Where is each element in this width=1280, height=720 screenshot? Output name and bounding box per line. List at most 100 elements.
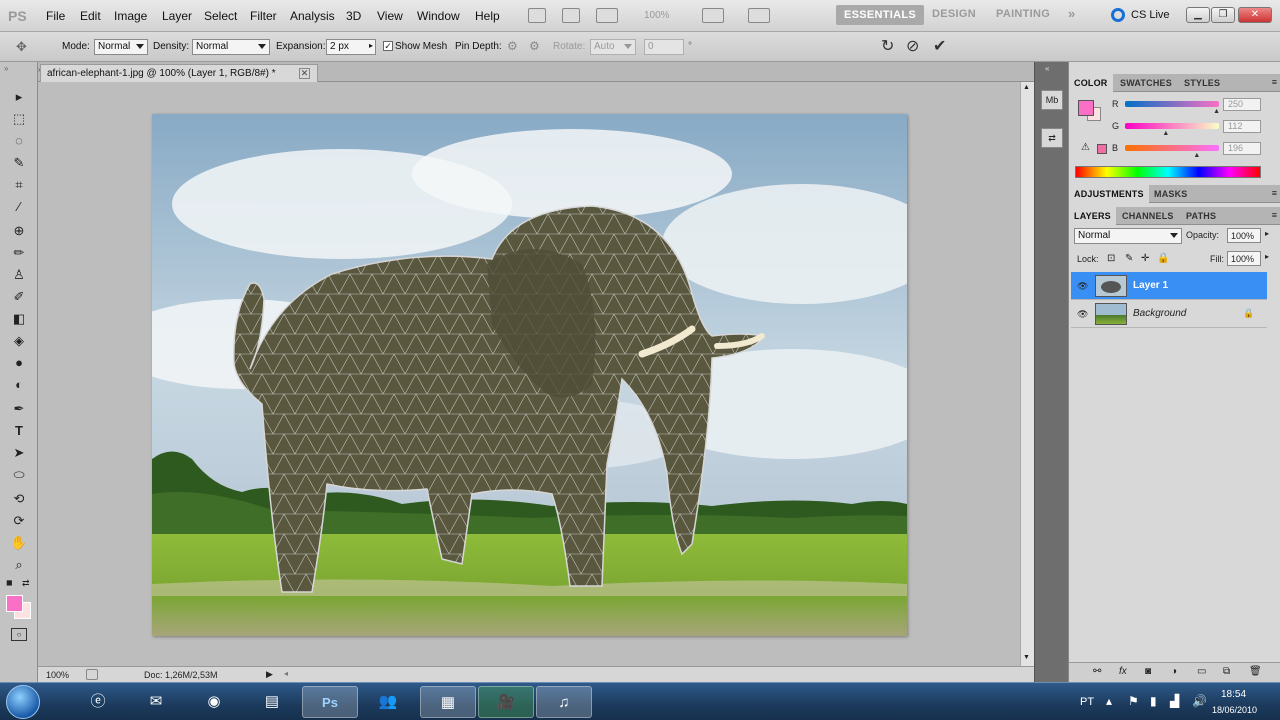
gamut-swatch[interactable]	[1097, 144, 1107, 154]
clock-date[interactable]: 18/06/2010	[1212, 705, 1257, 715]
blur-tool-icon[interactable]: ●	[9, 354, 29, 372]
new-layer-icon[interactable]: ⧉	[1223, 666, 1230, 677]
delete-layer-icon[interactable]: 🗑	[1249, 666, 1262, 677]
tab-layers[interactable]: LAYERS	[1069, 207, 1116, 225]
history-panel-icon[interactable]: ⇄	[1041, 128, 1063, 148]
type-tool-icon[interactable]: T	[9, 422, 29, 440]
expand-panels-icon[interactable]: «	[1045, 64, 1049, 73]
menu-layer[interactable]: Layer	[162, 9, 192, 23]
cancel-warp-icon[interactable]: ⊘	[906, 36, 919, 56]
panel-menu-icon[interactable]: ≡	[1272, 188, 1277, 198]
opacity-input[interactable]: 100%	[1227, 228, 1261, 243]
brush-tool-icon[interactable]: ✏	[9, 244, 29, 262]
extras-icon[interactable]	[596, 8, 618, 23]
blend-mode-select[interactable]: Normal	[1074, 228, 1182, 244]
lock-position-icon[interactable]: ✛	[1141, 253, 1149, 264]
slider-thumb-icon[interactable]: ▲	[1193, 152, 1200, 159]
commit-warp-icon[interactable]: ✔	[933, 36, 946, 56]
tab-channels[interactable]: CHANNELS	[1117, 207, 1179, 225]
chevron-right-icon[interactable]: ▸	[1265, 252, 1269, 261]
layer-name[interactable]: Layer 1	[1133, 280, 1168, 291]
control-panel-icon[interactable]: ▦	[420, 686, 476, 718]
fill-input[interactable]: 100%	[1227, 251, 1261, 266]
arrange-documents-icon[interactable]	[702, 8, 724, 23]
scroll-down-icon[interactable]: ▼	[1023, 654, 1030, 661]
screen-mode-icon[interactable]	[748, 8, 770, 23]
lock-all-icon[interactable]: 🔒	[1157, 253, 1169, 264]
volume-icon[interactable]: 🔊	[1192, 694, 1207, 708]
slider-thumb-icon[interactable]: ▲	[1213, 108, 1220, 115]
workspace-more-icon[interactable]: »	[1068, 6, 1076, 21]
history-brush-tool-icon[interactable]: ✐	[9, 288, 29, 306]
close-icon[interactable]: ✕	[299, 68, 310, 79]
rotate-select[interactable]: Auto	[590, 39, 636, 55]
status-menu-icon[interactable]	[86, 669, 98, 680]
messenger-icon[interactable]: 👥	[360, 686, 416, 718]
mini-bridge-panel-icon[interactable]: Mb	[1041, 90, 1063, 110]
eyedropper-tool-icon[interactable]: ⁄	[9, 198, 29, 216]
quick-mask-icon[interactable]: ○	[11, 628, 27, 641]
restore-button[interactable]: ❐	[1211, 7, 1235, 23]
recorder-icon[interactable]: 🎥	[478, 686, 534, 718]
panel-menu-icon[interactable]: ≡	[1272, 77, 1277, 87]
foreground-swatch[interactable]	[1078, 100, 1094, 116]
pen-tool-icon[interactable]: ✒	[9, 400, 29, 418]
path-selection-tool-icon[interactable]: ➤	[9, 444, 29, 462]
clock-time[interactable]: 18:54	[1221, 689, 1246, 700]
tab-paths[interactable]: PATHS	[1181, 207, 1221, 225]
tab-masks[interactable]: MASKS	[1149, 185, 1193, 203]
menu-analysis[interactable]: Analysis	[290, 9, 335, 23]
document-canvas[interactable]	[152, 114, 907, 636]
lasso-tool-icon[interactable]: ◌	[9, 132, 29, 150]
pin-backward-icon[interactable]: ⚙	[529, 39, 540, 53]
chrome-icon[interactable]: ◉	[186, 686, 242, 718]
minimize-button[interactable]: ▁	[1186, 7, 1210, 23]
link-layers-icon[interactable]: ⚯	[1093, 666, 1101, 677]
move-tool-icon[interactable]: ▸	[9, 88, 29, 106]
visibility-eye-icon[interactable]: 👁	[1077, 281, 1088, 292]
tab-adjustments[interactable]: ADJUSTMENTS	[1069, 185, 1149, 203]
eraser-tool-icon[interactable]: ◧	[9, 310, 29, 328]
language-indicator[interactable]: PT	[1080, 696, 1094, 708]
adjustment-layer-icon[interactable]: ◑	[1171, 666, 1177, 677]
density-select[interactable]: Normal	[192, 39, 270, 55]
menu-edit[interactable]: Edit	[80, 9, 101, 23]
vertical-scrollbar[interactable]: ▲ ▼	[1020, 82, 1034, 666]
tab-swatches[interactable]: SWATCHES	[1115, 74, 1177, 92]
menu-select[interactable]: Select	[204, 9, 237, 23]
workspace-painting[interactable]: PAINTING	[996, 8, 1050, 20]
quick-selection-tool-icon[interactable]: ✎	[9, 154, 29, 172]
channel-g-slider[interactable]	[1125, 123, 1219, 129]
marquee-tool-icon[interactable]: ⬚	[9, 110, 29, 128]
collapse-tools-icon[interactable]: »	[4, 64, 8, 73]
clone-stamp-tool-icon[interactable]: ♙	[9, 266, 29, 284]
zoom-level[interactable]: 100%	[46, 670, 69, 680]
layer-style-icon[interactable]: fx	[1119, 666, 1127, 677]
remove-all-pins-icon[interactable]: ↻	[881, 36, 894, 56]
close-button[interactable]: ✕	[1238, 7, 1272, 23]
document-tab[interactable]: african-elephant-1.jpg @ 100% (Layer 1, …	[40, 64, 318, 82]
visibility-eye-icon[interactable]: 👁	[1077, 309, 1088, 320]
status-arrow-icon[interactable]: ▶	[266, 669, 273, 680]
puppet-warp-tool-icon[interactable]: ✥	[16, 39, 27, 55]
channel-g-value[interactable]: 112	[1223, 120, 1261, 133]
crop-tool-icon[interactable]: ⌗	[9, 176, 29, 194]
default-colors-icon[interactable]: ◼	[6, 578, 13, 587]
layer-name[interactable]: Background	[1133, 308, 1186, 319]
action-center-flag-icon[interactable]: ⚑	[1128, 694, 1139, 708]
explorer-icon[interactable]: ▤	[244, 686, 300, 718]
pin-forward-icon[interactable]: ⚙	[507, 39, 518, 53]
dodge-tool-icon[interactable]: ◐	[9, 376, 29, 394]
healing-brush-tool-icon[interactable]: ⊕	[9, 222, 29, 240]
menu-filter[interactable]: Filter	[250, 9, 277, 23]
workspace-essentials[interactable]: ESSENTIALS	[836, 5, 925, 25]
channel-b-slider[interactable]	[1125, 145, 1219, 151]
chevron-right-icon[interactable]: ▸	[1265, 229, 1269, 238]
network-icon[interactable]: ▟	[1170, 694, 1179, 708]
layer-row-layer1[interactable]: 👁 Layer 1	[1071, 272, 1267, 300]
cs-live-menu[interactable]: CS Live	[1131, 9, 1170, 21]
zoom-level-combo[interactable]: 100%	[644, 10, 670, 21]
power-icon[interactable]: ▮	[1150, 694, 1157, 708]
slider-thumb-icon[interactable]: ▲	[1162, 130, 1169, 137]
expansion-input[interactable]: 2 px ▸	[326, 39, 376, 55]
